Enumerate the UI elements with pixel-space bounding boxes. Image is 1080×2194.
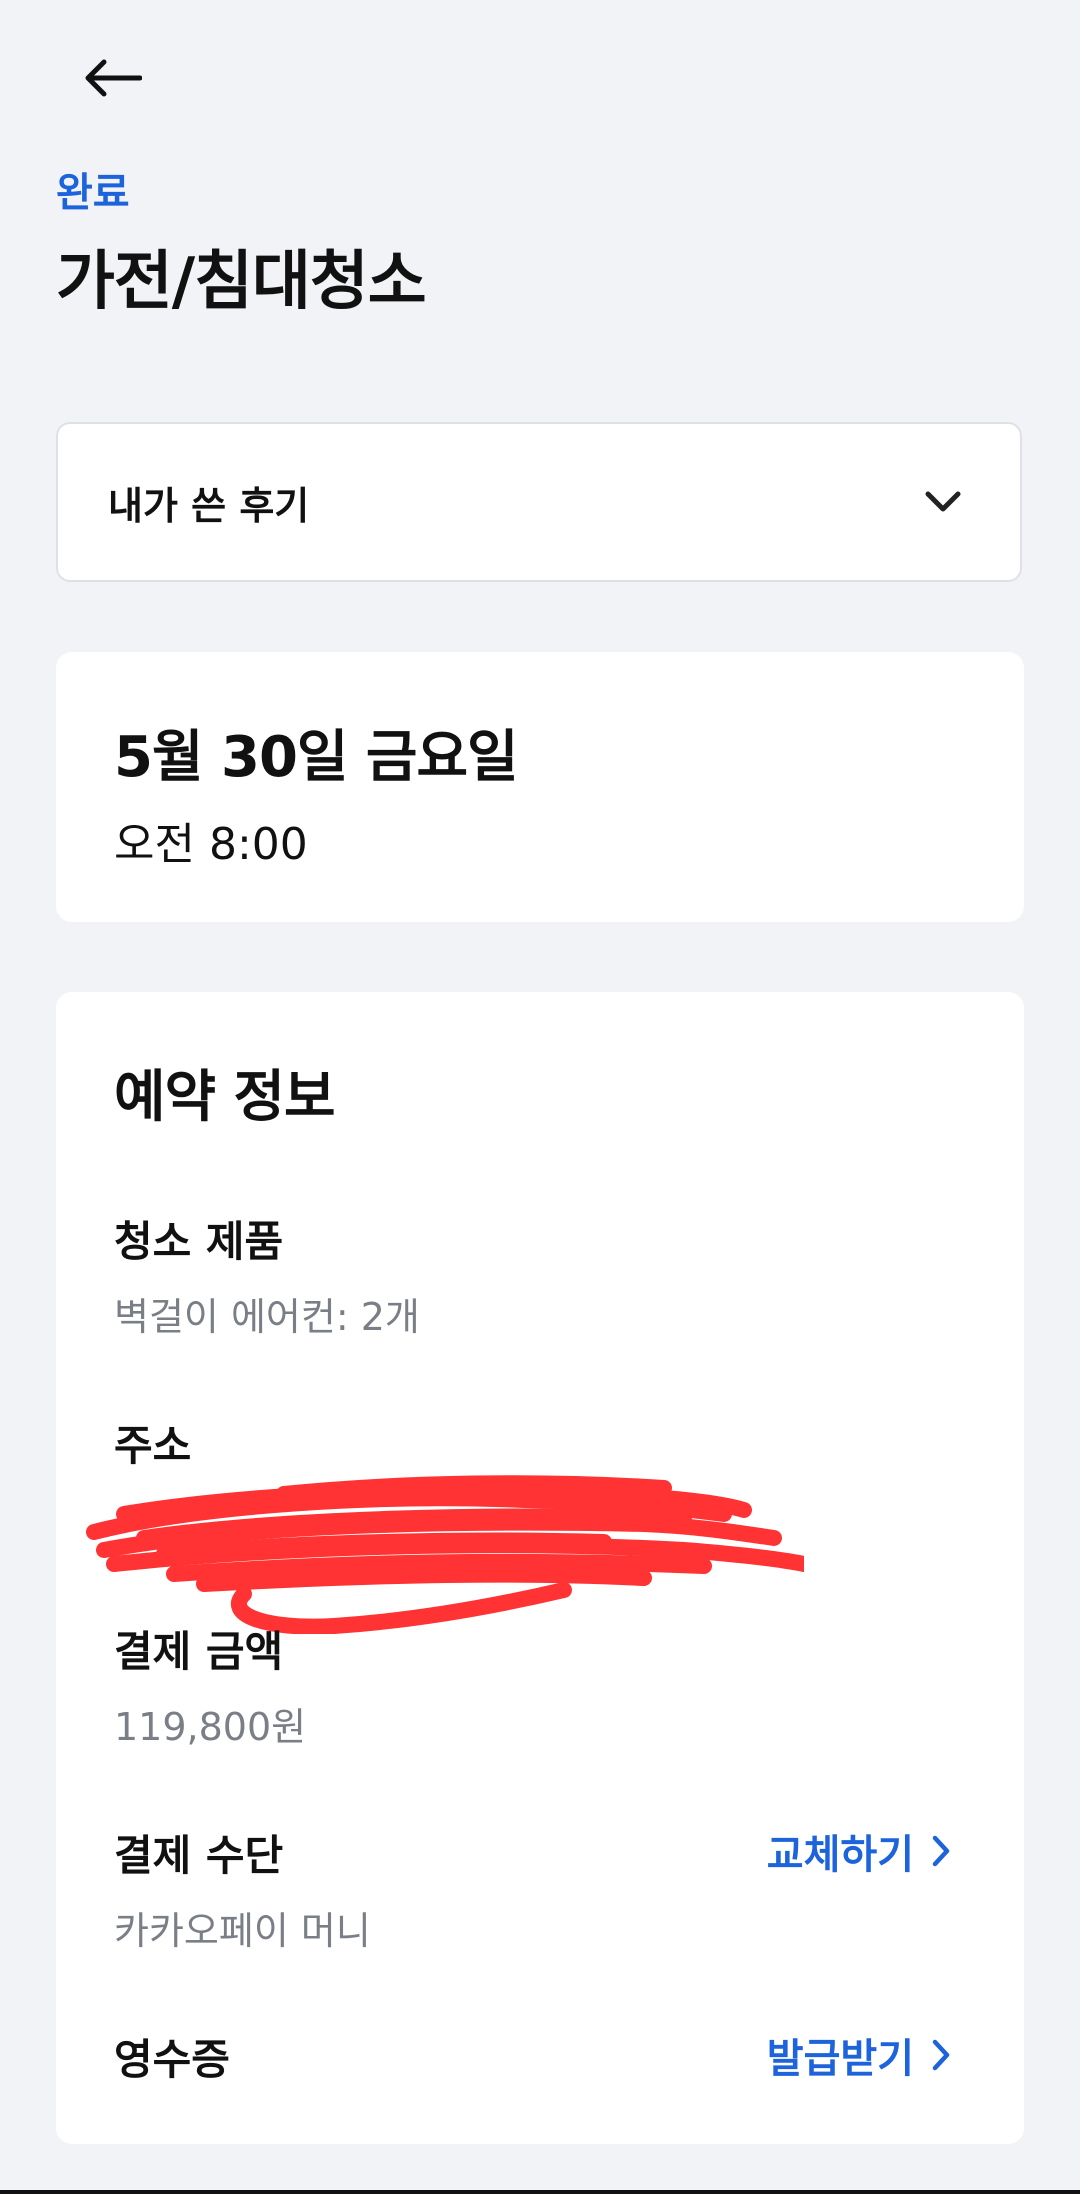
receipt-label: 영수증: [114, 2035, 230, 2084]
payment-amount-value: 119,800원: [114, 1705, 307, 1749]
issue-receipt-label: 발급받기: [766, 2036, 914, 2082]
product-label: 청소 제품: [114, 1217, 284, 1266]
review-dropdown[interactable]: 내가 쓴 후기: [56, 422, 1022, 582]
back-button[interactable]: [76, 48, 148, 108]
page-title: 가전/침대청소: [56, 245, 427, 319]
issue-receipt-button[interactable]: 발급받기: [767, 2026, 950, 2084]
change-payment-label: 교체하기: [766, 1832, 914, 1878]
payment-method-value: 카카오페이 머니: [114, 1909, 371, 1953]
bottom-edge: [0, 2190, 1080, 2194]
payment-amount-label: 결제 금액: [114, 1627, 284, 1676]
status-label: 완료: [56, 170, 130, 216]
product-value: 벽걸이 에어컨: 2개: [114, 1295, 420, 1339]
arrow-left-icon: [85, 59, 142, 97]
review-dropdown-label: 내가 쓴 후기: [108, 483, 310, 528]
payment-method-label: 결제 수단: [114, 1831, 284, 1880]
section-title: 예약 정보: [114, 1065, 336, 1130]
chevron-right-icon: [932, 2039, 950, 2071]
reservation-info-card: 예약 정보 청소 제품 벽걸이 에어컨: 2개 주소 결제 금액 119,800…: [56, 992, 1024, 2144]
change-payment-button[interactable]: 교체하기: [767, 1822, 950, 1880]
chevron-down-icon: [925, 491, 961, 512]
address-redaction-scribble: [86, 1475, 804, 1634]
schedule-date: 5월 30일 금요일: [114, 725, 518, 790]
schedule-card: 5월 30일 금요일 오전 8:00: [56, 652, 1024, 922]
schedule-time: 오전 8:00: [114, 819, 308, 870]
chevron-right-icon: [932, 1835, 950, 1867]
